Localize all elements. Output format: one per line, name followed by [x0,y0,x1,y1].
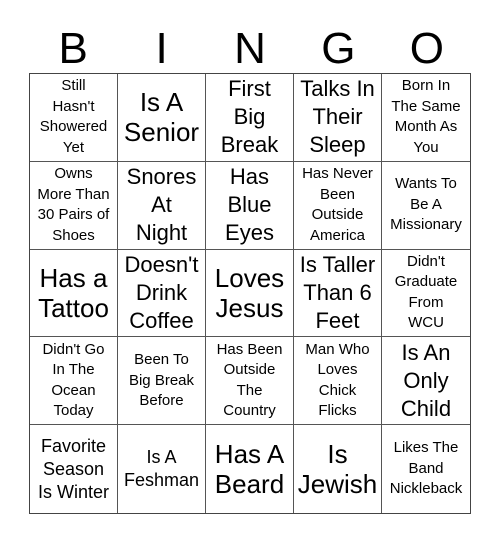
bingo-cell[interactable]: First Big Break [206,74,294,162]
cell-text: Is A Feshman [123,447,200,491]
header-letter-o: O [409,24,444,73]
bingo-cell[interactable]: Talks In Their Sleep [294,74,382,162]
cell-text: Favorite Season Is Winter [37,435,109,502]
bingo-cell[interactable]: Has Been Outside The Country [206,337,294,426]
cell-text: Wants To Be A Missionary [390,175,462,234]
bingo-cell[interactable]: Owns More Than 30 Pairs of Shoes [30,161,118,250]
cell-text: Didn't Go In The Ocean Today [42,340,105,420]
cell-text: Has Never Been Outside America [302,165,373,244]
bingo-cell[interactable]: Still Hasn't Showered Yet [30,74,118,162]
header-letter-i: I [155,24,168,73]
cell-text: Born In The Same Month As You [391,77,461,156]
bingo-cell[interactable]: Doesn't Drink Coffee [118,249,206,338]
cell-text: Has A Beard [214,439,285,500]
cell-text: Is A Senior [123,87,200,148]
bingo-cell[interactable]: Is Jewish [294,425,382,513]
cell-text: Loves Jesus [214,262,285,323]
bingo-cell[interactable]: Is Taller Than 6 Feet [294,249,382,338]
cell-text: Is Jewish [297,439,378,500]
bingo-cell[interactable]: Snores At Night [118,161,206,250]
cell-text: Is Taller Than 6 Feet [299,251,376,333]
bingo-cell[interactable]: Man Who Loves Chick Flicks [294,337,382,426]
header-letter-b: B [58,24,88,73]
bingo-header: B I N G O [29,24,471,73]
bingo-cell[interactable]: Born In The Same Month As You [382,74,470,162]
header-letter-n: N [234,24,266,73]
cell-text: First Big Break [220,76,279,158]
cell-text: Didn't Graduate From WCU [394,252,458,332]
cell-text: Snores At Night [126,164,197,246]
cell-text: Owns More Than 30 Pairs of Shoes [37,165,110,244]
bingo-cell[interactable]: Favorite Season Is Winter [30,425,118,513]
cell-text: Is An Only Child [400,339,452,421]
bingo-cell-center[interactable]: Loves Jesus [206,249,294,338]
bingo-cell[interactable]: Has Blue Eyes [206,161,294,250]
cell-text: Has a Tattoo [38,262,109,323]
bingo-cell[interactable]: Didn't Graduate From WCU [382,250,470,338]
bingo-cell[interactable]: Likes The Band Nickleback [382,425,470,513]
bingo-cell[interactable]: Has Never Been Outside America [294,161,382,250]
cell-text: Man Who Loves Chick Flicks [305,340,370,420]
cell-text: Talks In Their Sleep [300,76,375,158]
cell-text: Doesn't Drink Coffee [124,251,199,333]
cell-text: Has Been Outside The Country [216,340,283,420]
bingo-cell[interactable]: Is An Only Child [382,337,470,426]
bingo-cell[interactable]: Didn't Go In The Ocean Today [30,337,118,426]
bingo-cell[interactable]: Wants To Be A Missionary [382,162,470,250]
cell-text: Been To Big Break Before [128,351,195,410]
bingo-cell[interactable]: Has A Beard [206,425,294,513]
bingo-cell[interactable]: Has a Tattoo [30,249,118,338]
bingo-cell[interactable]: Is A Feshman [118,425,206,513]
bingo-cell[interactable]: Been To Big Break Before [118,337,206,426]
bingo-cell[interactable]: Is A Senior [118,74,206,162]
bingo-grid: Still Hasn't Showered Yet Is A Senior Fi… [29,73,471,514]
cell-text: Has Blue Eyes [225,164,274,246]
cell-text: Likes The Band Nickleback [389,439,463,498]
cell-text: Still Hasn't Showered Yet [39,77,108,156]
header-letter-g: G [321,24,356,73]
